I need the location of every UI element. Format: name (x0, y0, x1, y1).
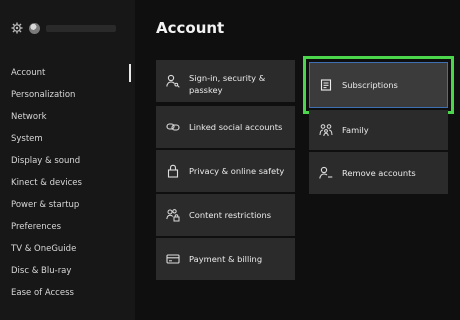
tile-remove-label: Remove accounts (342, 168, 416, 178)
tile-family-label: Family (342, 125, 369, 135)
sidebar-item-personalization[interactable]: Personalization (0, 84, 135, 106)
family-icon (319, 123, 333, 137)
tile-linked-social-accounts[interactable]: Linked social accounts (156, 106, 295, 148)
gear-icon[interactable] (11, 22, 23, 34)
settings-nav: Account Personalization Network System D… (0, 62, 135, 304)
tile-linked-label: Linked social accounts (189, 122, 283, 132)
sidebar-item-kinect-devices[interactable]: Kinect & devices (0, 172, 135, 194)
people-lock-icon (166, 208, 180, 222)
sidebar-item-network[interactable]: Network (0, 106, 135, 128)
tile-content-restrictions[interactable]: Content restrictions (156, 194, 295, 236)
tile-privacy-online-safety[interactable]: Privacy & online safety (156, 150, 295, 192)
tile-payment-billing[interactable]: Payment & billing (156, 238, 295, 280)
tile-remove-accounts[interactable]: Remove accounts (309, 152, 448, 194)
page-title: Account (156, 19, 225, 37)
tile-subscriptions-label: Subscriptions (342, 80, 398, 90)
person-minus-icon (319, 166, 333, 180)
sidebar-item-system[interactable]: System (0, 128, 135, 150)
link-icon (166, 120, 180, 134)
sidebar-item-disc-bluray[interactable]: Disc & Blu-ray (0, 260, 135, 282)
sidebar-item-preferences[interactable]: Preferences (0, 216, 135, 238)
tile-privacy-label: Privacy & online safety (189, 166, 285, 176)
tile-signin-label-line1: Sign-in, security & (189, 73, 266, 83)
sidebar-item-account[interactable]: Account (0, 62, 135, 84)
tile-signin-security-passkey[interactable]: Sign-in, security & passkey (156, 60, 295, 102)
tile-content-label: Content restrictions (189, 210, 272, 220)
person-key-icon (166, 74, 180, 88)
gamertag-blurred (46, 24, 116, 32)
tile-family[interactable]: Family (309, 110, 448, 150)
tile-signin-label-line2: passkey (189, 85, 223, 95)
avatar[interactable] (29, 22, 40, 34)
tile-subscriptions[interactable]: Subscriptions (303, 56, 454, 114)
sidebar-item-tv-oneguide[interactable]: TV & OneGuide (0, 238, 135, 260)
document-icon (319, 78, 333, 92)
sidebar-item-ease-of-access[interactable]: Ease of Access (0, 282, 135, 304)
sidebar-item-power-startup[interactable]: Power & startup (0, 194, 135, 216)
profile-bar (11, 22, 116, 34)
sidebar: Account Personalization Network System D… (0, 0, 135, 320)
credit-card-icon (166, 252, 180, 266)
sidebar-item-display-sound[interactable]: Display & sound (0, 150, 135, 172)
lock-icon (166, 164, 180, 178)
tile-payment-label: Payment & billing (189, 254, 263, 264)
